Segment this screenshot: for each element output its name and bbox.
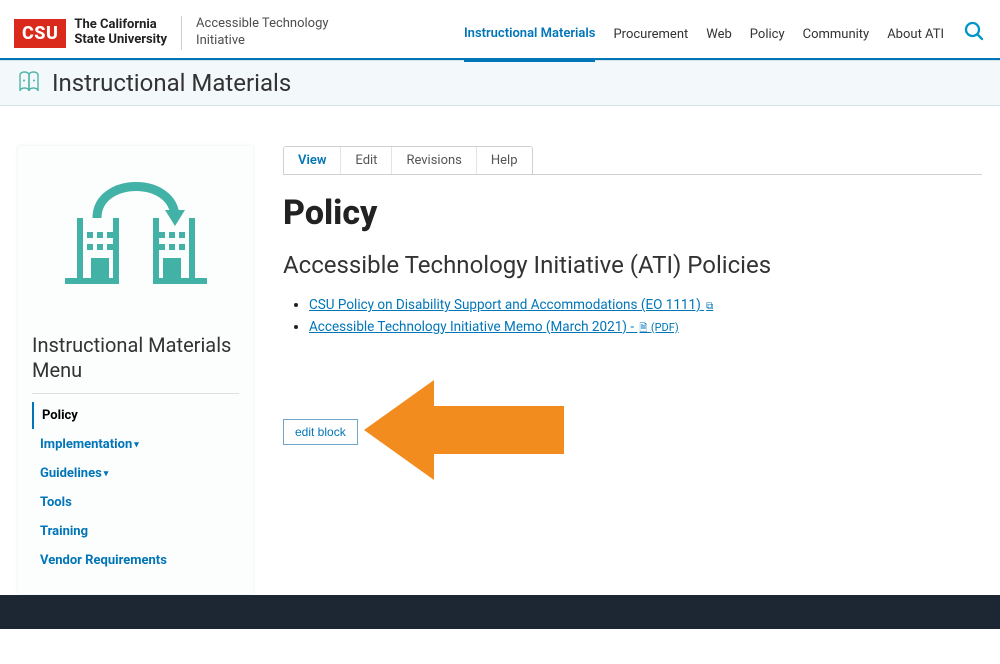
sidebar-item-label: Training [32,518,239,545]
page-title: Instructional Materials [52,69,291,97]
sidebar-item-vendor-requirements[interactable]: Vendor Requirements [32,547,239,574]
initiative-name[interactable]: Accessible Technology Initiative [196,16,329,50]
org-line1: The California [74,18,167,33]
sidebar-menu: Policy Implementation▾ Guidelines▾ Tools… [32,402,239,574]
main-content-wrap: Instructional Materials Menu Policy Impl… [0,106,1000,664]
policy-link-eo1111[interactable]: CSU Policy on Disability Support and Acc… [309,297,713,313]
external-link-icon: ⧉ [706,301,713,312]
link-text: CSU Policy on Disability Support and Acc… [309,297,701,313]
sidebar-item-training[interactable]: Training [32,518,239,545]
initiative-line2: Initiative [196,33,329,50]
instructional-materials-icon [16,69,42,97]
content-tabs: View Edit Revisions Help [283,146,533,175]
content-heading: Policy [283,193,982,233]
org-line2: State University [74,33,167,48]
edit-block-row: edit block [283,380,982,484]
sidebar-item-label: Policy [34,402,239,429]
sidebar-illustration [32,160,239,333]
link-text: Accessible Technology Initiative Memo (M… [309,319,637,335]
annotation-arrow-icon [364,380,564,484]
sidebar-item-label: Implementation [40,437,132,452]
chevron-down-icon: ▾ [104,469,109,479]
sidebar-item-label: Vendor Requirements [32,547,239,574]
chevron-down-icon: ▾ [134,440,139,450]
tab-underline [283,174,982,175]
logo-divider [181,16,182,50]
section-heading: Accessible Technology Initiative (ATI) P… [283,251,982,279]
policy-link-memo-2021[interactable]: Accessible Technology Initiative Memo (M… [309,319,679,335]
site-header: CSU The California State University Acce… [0,0,1000,60]
header-left: CSU The California State University Acce… [14,16,329,50]
policy-list: CSU Policy on Disability Support and Acc… [283,295,982,338]
tab-edit[interactable]: Edit [340,147,391,174]
file-icon: 🗎 [639,323,647,334]
tab-help[interactable]: Help [476,147,532,174]
nav-web[interactable]: Web [706,7,732,60]
nav-instructional-materials[interactable]: Instructional Materials [464,6,596,62]
edit-block-button[interactable]: edit block [283,419,358,445]
search-icon[interactable] [962,19,986,47]
tab-view[interactable]: View [284,147,340,174]
sidebar-item-policy[interactable]: Policy [32,402,239,429]
nav-community[interactable]: Community [803,7,870,60]
policy-list-item: Accessible Technology Initiative Memo (M… [309,317,982,339]
csu-badge: CSU [14,19,66,48]
csu-name: The California State University [74,18,167,48]
top-nav: Instructional Materials Procurement Web … [464,6,986,60]
pdf-tag: (PDF) [651,321,679,334]
nav-about-ati[interactable]: About ATI [887,7,944,60]
csu-logo[interactable]: CSU The California State University [14,18,167,48]
site-footer [0,595,1000,629]
tab-revisions[interactable]: Revisions [391,147,475,174]
sidebar-item-label: Tools [32,489,239,516]
nav-procurement[interactable]: Procurement [613,7,688,60]
policy-list-item: CSU Policy on Disability Support and Acc… [309,295,982,317]
sidebar-item-label: Guidelines [40,466,102,481]
sidebar-menu-title: Instructional Materials Menu [32,333,239,394]
page-title-bar: Instructional Materials [0,60,1000,106]
sidebar-item-tools[interactable]: Tools [32,489,239,516]
content-area: View Edit Revisions Help Policy Accessib… [283,146,982,484]
nav-policy[interactable]: Policy [750,7,785,60]
sidebar: Instructional Materials Menu Policy Impl… [18,146,253,594]
sidebar-item-guidelines[interactable]: Guidelines▾ [32,460,239,487]
initiative-line1: Accessible Technology [196,16,329,33]
sidebar-item-implementation[interactable]: Implementation▾ [32,431,239,458]
